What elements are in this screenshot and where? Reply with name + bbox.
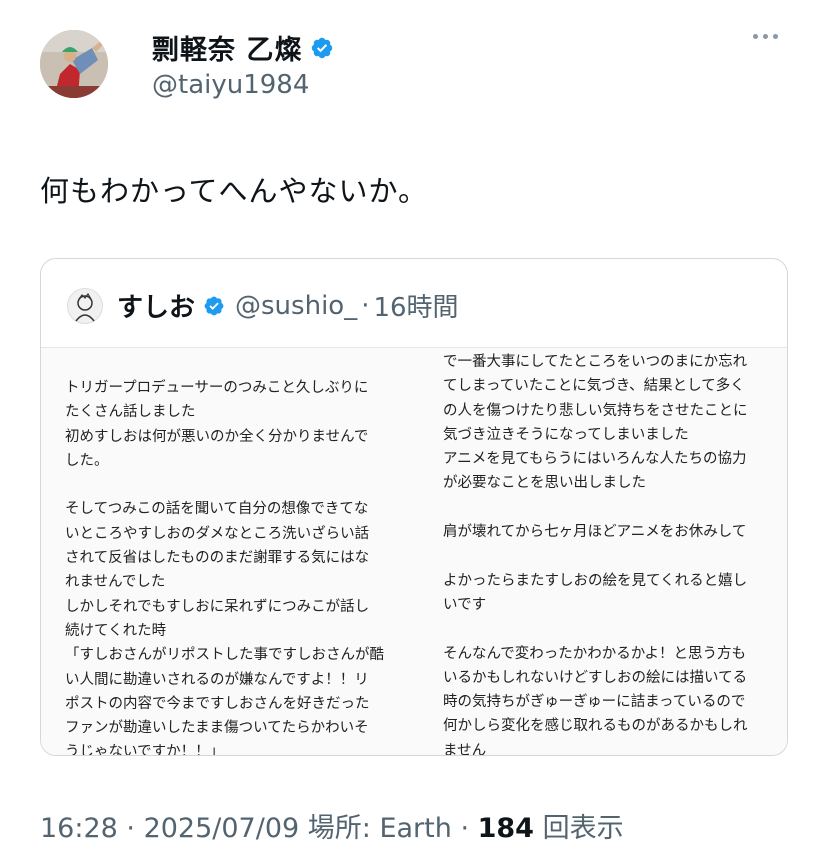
quoted-display-name[interactable]: すしお [117,287,195,324]
tweet-time[interactable]: 16:28 [40,813,118,844]
author-avatar[interactable] [40,30,108,98]
tweet-meta: 16:28 · 2025/07/09 場所: Earth · 184 回表示 [40,806,624,845]
author-handle[interactable]: @taiyu1984 [152,70,309,100]
author-name-row: 剽軽奈 乙燦 [152,28,334,67]
quoted-avatar-image [75,292,95,321]
tweet-date[interactable]: 2025/07/09 [144,813,300,844]
avatar-image [40,30,108,98]
image-text-right-column: で一番大事にしてたところをいつのまにか忘れ てしまっていたことに気づき、結果とし… [443,354,748,756]
tweet-text: 何もわかってへんやないか。 [40,174,428,208]
quoted-tweet-header: すしお @sushio_ · 16時間 [67,287,459,324]
quoted-tweet-image[interactable]: トリガープロデューサーのつみこと久しぶりに たくさん話しました 初めすしおは何が… [41,347,787,756]
author-display-name[interactable]: 剽軽奈 乙燦 [152,28,302,67]
quoted-separator: · [361,290,370,321]
quoted-handle[interactable]: @sushio_ [235,291,357,321]
views-label: 回表示 [533,813,624,844]
quoted-timestamp[interactable]: 16時間 [373,287,458,324]
views-count: 184 [477,813,534,844]
meta-separator: · [451,813,478,844]
more-options-icon[interactable] [753,34,778,39]
quoted-author-avatar[interactable] [67,287,103,324]
tweet-location: 場所: Earth [299,813,452,844]
quoted-verified-badge-icon [204,296,224,315]
quoted-tweet-card[interactable]: すしお @sushio_ · 16時間 トリガープロデューサーのつみこと久しぶり… [40,258,788,756]
meta-separator: · [117,813,144,844]
verified-badge-icon [312,37,333,58]
image-text-left-column: トリガープロデューサーのつみこと久しぶりに たくさん話しました 初めすしおは何が… [65,380,384,756]
